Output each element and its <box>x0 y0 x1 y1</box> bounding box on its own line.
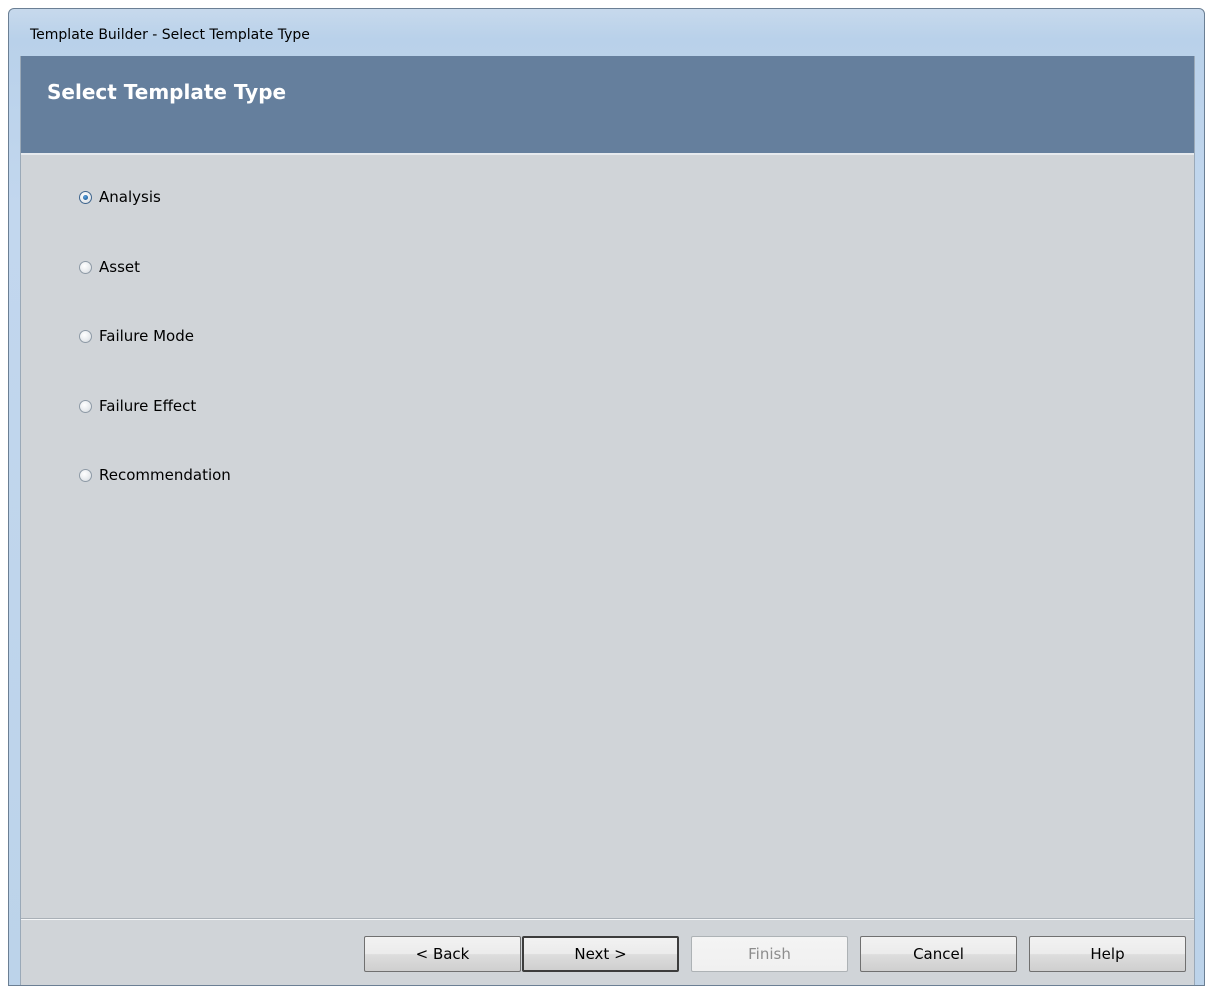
wizard-content: Select Template Type Analysis Asset Fail… <box>20 56 1195 985</box>
option-failure-mode[interactable]: Failure Mode <box>79 325 194 347</box>
radio-icon[interactable] <box>79 399 92 413</box>
option-label: Recommendation <box>99 466 231 484</box>
radio-icon-selected[interactable] <box>79 190 92 204</box>
cancel-button[interactable]: Cancel <box>860 936 1017 972</box>
option-recommendation[interactable]: Recommendation <box>79 464 231 486</box>
option-asset[interactable]: Asset <box>79 256 140 278</box>
option-label: Failure Mode <box>99 327 194 345</box>
finish-button[interactable]: Finish <box>691 936 848 972</box>
window-title: Template Builder - Select Template Type <box>30 27 310 43</box>
radio-icon[interactable] <box>79 468 92 482</box>
option-analysis[interactable]: Analysis <box>79 186 161 208</box>
help-button[interactable]: Help <box>1029 936 1186 972</box>
template-builder-window: Template Builder - Select Template Type … <box>8 8 1205 986</box>
option-failure-effect[interactable]: Failure Effect <box>79 395 196 417</box>
radio-icon[interactable] <box>79 329 92 343</box>
back-button[interactable]: < Back <box>364 936 521 972</box>
radio-icon[interactable] <box>79 260 92 274</box>
next-button[interactable]: Next > <box>522 936 679 972</box>
footer-divider <box>21 918 1194 920</box>
option-label: Asset <box>99 258 141 276</box>
page-title: Select Template Type <box>47 80 287 104</box>
option-label: Analysis <box>99 188 161 206</box>
option-label: Failure Effect <box>99 397 197 415</box>
wizard-header: Select Template Type <box>21 56 1194 155</box>
